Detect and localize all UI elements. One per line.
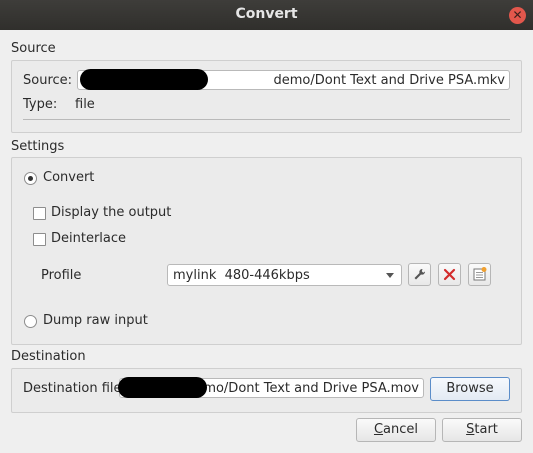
source-section-label: Source: [11, 41, 56, 56]
source-label: Source:: [23, 73, 73, 88]
source-separator: [23, 119, 510, 120]
settings-section-label: Settings: [11, 139, 65, 154]
destination-file-label: Destination file:: [23, 381, 126, 396]
delete-profile-button[interactable]: [438, 263, 461, 286]
destination-section-label: Destination: [11, 349, 86, 364]
redaction-mark: [80, 69, 208, 90]
wrench-icon: [414, 268, 426, 280]
cancel-button[interactable]: Cancel: [356, 418, 436, 442]
profile-select[interactable]: mylink 480-446kbps: [167, 264, 402, 286]
window-title: Convert: [235, 6, 298, 22]
start-label: Start: [466, 422, 498, 437]
start-button[interactable]: Start: [442, 418, 522, 442]
browse-button[interactable]: Browse: [430, 377, 510, 401]
dump-raw-radio[interactable]: [24, 315, 37, 328]
delete-icon: [443, 268, 456, 281]
edit-profile-button[interactable]: [408, 263, 431, 286]
cancel-label: Cancel: [373, 422, 419, 437]
display-output-checkbox[interactable]: [33, 207, 46, 220]
deinterlace-label[interactable]: Deinterlace: [51, 231, 126, 246]
type-label: Type:: [23, 97, 58, 112]
title-bar: Convert ✕: [0, 0, 533, 30]
type-value: file: [75, 97, 95, 112]
close-button[interactable]: ✕: [509, 7, 526, 24]
profile-value: mylink 480-446kbps: [173, 268, 310, 283]
redaction-mark: [118, 377, 207, 398]
dump-raw-label[interactable]: Dump raw input: [43, 313, 148, 328]
convert-radio[interactable]: [24, 172, 37, 185]
profile-label: Profile: [41, 268, 82, 283]
deinterlace-checkbox[interactable]: [33, 233, 46, 246]
display-output-label[interactable]: Display the output: [51, 205, 171, 220]
chevron-down-icon: [386, 273, 394, 278]
new-profile-icon: [473, 267, 487, 281]
new-profile-button[interactable]: [468, 263, 491, 286]
convert-label[interactable]: Convert: [43, 170, 94, 185]
close-icon: ✕: [512, 8, 523, 22]
